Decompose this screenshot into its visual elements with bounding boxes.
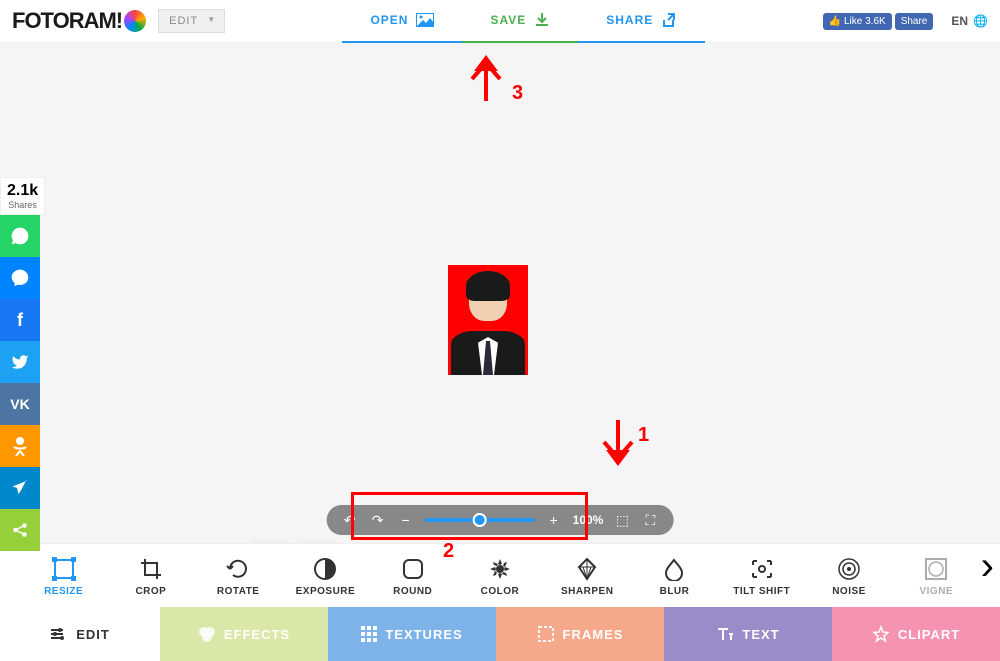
globe-icon: 🌐 <box>973 14 988 28</box>
canvas-area: 2.1kShares f VK ↶ ↷ − + 100% ⬚ ⛶ ✕ ✓ WID… <box>0 43 1000 544</box>
tiltshift-icon <box>750 555 774 583</box>
rotate-icon <box>226 555 250 583</box>
share-count: 2.1kShares <box>0 177 45 215</box>
fullscreen-button[interactable]: ⛶ <box>641 511 659 529</box>
sharpen-icon <box>575 555 599 583</box>
noise-icon <box>837 555 861 583</box>
textures-icon <box>361 626 377 642</box>
zoom-percent: 100% <box>573 513 604 527</box>
tab-edit[interactable]: EDIT <box>0 607 160 661</box>
tab-frames[interactable]: FRAMES <box>496 607 664 661</box>
crop-icon <box>139 555 163 583</box>
clipart-icon <box>872 625 890 643</box>
vignette-icon <box>924 555 948 583</box>
logo[interactable]: FOTORAM! <box>12 8 146 34</box>
fit-button[interactable]: ⬚ <box>613 511 631 529</box>
tool-blur[interactable]: BLUR <box>634 555 714 597</box>
edit-icon <box>50 627 68 641</box>
color-icon <box>488 555 512 583</box>
more-share-icon[interactable] <box>0 509 40 551</box>
tab-text[interactable]: TEXT <box>664 607 832 661</box>
tool-crop[interactable]: CROP <box>111 555 191 597</box>
text-icon <box>716 626 734 642</box>
image-icon <box>416 13 434 27</box>
share-button[interactable]: SHARE <box>578 0 705 43</box>
tool-exposure[interactable]: EXPOSURE <box>285 555 365 597</box>
facebook-widget[interactable]: 👍 Like 3.6K Share <box>823 13 934 30</box>
tool-tiltshift[interactable]: TILT SHIFT <box>722 555 802 597</box>
tool-vignette[interactable]: VIGNE <box>896 555 976 597</box>
save-button[interactable]: SAVE <box>462 0 578 43</box>
vk-icon[interactable]: VK <box>0 383 40 425</box>
redo-button[interactable]: ↷ <box>369 511 387 529</box>
blur-icon <box>662 555 686 583</box>
tools-row: RESIZE CROP ROTATE EXPOSURE ROUND COLOR … <box>0 543 1000 607</box>
tab-textures[interactable]: TEXTURES <box>328 607 496 661</box>
bottom-tabs: EDIT EFFECTS TEXTURES FRAMES TEXT CLIPAR… <box>0 607 1000 661</box>
open-button[interactable]: OPEN <box>342 0 462 43</box>
annotation-label-2: 2 <box>443 540 454 563</box>
telegram-icon[interactable] <box>0 467 40 509</box>
social-sidebar: 2.1kShares f VK <box>0 177 45 551</box>
tool-sharpen[interactable]: SHARPEN <box>547 555 627 597</box>
logo-icon <box>124 10 146 32</box>
zoom-toolbar: ↶ ↷ − + 100% ⬚ ⛶ <box>327 505 674 535</box>
round-icon <box>401 555 425 583</box>
tool-round[interactable]: ROUND <box>373 555 453 597</box>
download-icon <box>534 12 550 28</box>
mode-dropdown[interactable]: EDIT <box>158 9 225 33</box>
zoom-in-button[interactable]: + <box>545 511 563 529</box>
share-icon <box>661 12 677 28</box>
frames-icon <box>537 625 555 643</box>
resize-icon <box>51 555 77 583</box>
tab-effects[interactable]: EFFECTS <box>160 607 328 661</box>
facebook-icon[interactable]: f <box>0 299 40 341</box>
tools-next-button[interactable]: › <box>981 544 994 589</box>
zoom-out-button[interactable]: − <box>397 511 415 529</box>
annotation-label-1: 1 <box>638 424 649 447</box>
messenger-icon[interactable] <box>0 257 40 299</box>
tool-noise[interactable]: NOISE <box>809 555 889 597</box>
header: FOTORAM! EDIT OPEN SAVE SHARE 👍 Like 3.6… <box>0 0 1000 43</box>
language-selector[interactable]: EN🌐 <box>951 14 988 28</box>
effects-icon <box>198 625 216 643</box>
annotation-label-3: 3 <box>512 82 523 105</box>
tool-color[interactable]: COLOR <box>460 555 540 597</box>
exposure-icon <box>313 555 337 583</box>
zoom-slider[interactable] <box>425 518 535 522</box>
odnoklassniki-icon[interactable] <box>0 425 40 467</box>
twitter-icon[interactable] <box>0 341 40 383</box>
undo-button[interactable]: ↶ <box>341 511 359 529</box>
tool-rotate[interactable]: ROTATE <box>198 555 278 597</box>
tool-resize[interactable]: RESIZE <box>24 555 104 597</box>
tab-clipart[interactable]: CLIPART <box>832 607 1000 661</box>
canvas-image[interactable] <box>448 265 528 375</box>
whatsapp-icon[interactable] <box>0 215 40 257</box>
